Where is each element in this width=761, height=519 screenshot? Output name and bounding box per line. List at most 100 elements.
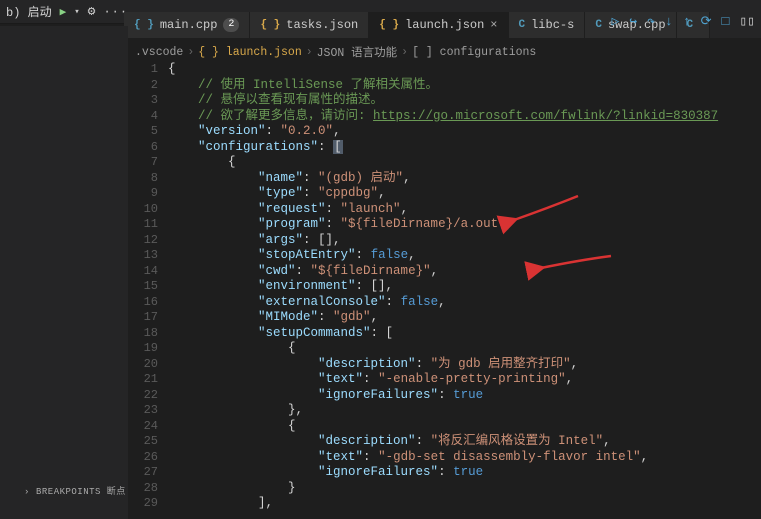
line-number: 18: [128, 326, 158, 342]
code-line[interactable]: "cwd": "${fileDirname}",: [168, 264, 718, 280]
code-line[interactable]: "stopAtEntry": false,: [168, 248, 718, 264]
chevron-down-icon[interactable]: ▾: [74, 7, 79, 17]
breakpoints-section[interactable]: BREAKPOINTS 断点: [36, 484, 126, 497]
line-number: 12: [128, 233, 158, 249]
line-number: 4: [128, 109, 158, 125]
chevron-right-icon: ›: [306, 46, 313, 59]
code-line[interactable]: "ignoreFailures": true: [168, 465, 718, 481]
tab-launch.json[interactable]: { } launch.json ×: [369, 12, 508, 38]
editor-actions: ▷ ↪ ↷ ↓ ↑ ⟳ □ ▯▯: [612, 14, 755, 29]
line-number: 2: [128, 78, 158, 94]
line-number: 29: [128, 496, 158, 512]
code-content[interactable]: { // 使用 IntelliSense 了解相关属性。 // 悬停以查看现有属…: [168, 60, 718, 519]
line-number: 10: [128, 202, 158, 218]
code-line[interactable]: {: [168, 62, 718, 78]
code-line[interactable]: "type": "cppdbg",: [168, 186, 718, 202]
tab-label: libc-s: [531, 18, 574, 32]
line-number: 9: [128, 186, 158, 202]
tab-label: main.cpp: [160, 18, 218, 32]
code-line[interactable]: },: [168, 403, 718, 419]
line-number: 21: [128, 372, 158, 388]
close-icon[interactable]: ×: [490, 18, 497, 32]
line-number: 27: [128, 465, 158, 481]
line-number: 13: [128, 248, 158, 264]
gear-icon[interactable]: ⚙: [88, 4, 96, 19]
code-editor[interactable]: 1234567891011121314151617181920212223242…: [128, 60, 761, 519]
braces-icon: { }: [379, 19, 399, 31]
breadcrumb-part[interactable]: [ ] configurations: [412, 46, 536, 59]
code-line[interactable]: // 悬停以查看现有属性的描述。: [168, 93, 718, 109]
breadcrumb-part[interactable]: { } launch.json: [198, 46, 302, 59]
chevron-right-icon: ›: [187, 46, 194, 59]
line-number: 23: [128, 403, 158, 419]
line-number: 14: [128, 264, 158, 280]
code-line[interactable]: "configurations": [: [168, 140, 718, 156]
line-number: 11: [128, 217, 158, 233]
tab-label: launch.json: [405, 18, 484, 32]
line-number: 7: [128, 155, 158, 171]
code-line[interactable]: "args": [],: [168, 233, 718, 249]
chevron-right-icon[interactable]: ›: [24, 487, 29, 497]
code-line[interactable]: {: [168, 155, 718, 171]
line-number: 8: [128, 171, 158, 187]
line-number: 19: [128, 341, 158, 357]
line-number: 3: [128, 93, 158, 109]
line-number: 16: [128, 295, 158, 311]
c-file-icon: C: [519, 19, 526, 31]
code-line[interactable]: "description": "将反汇编风格设置为 Intel",: [168, 434, 718, 450]
code-line[interactable]: ],: [168, 496, 718, 512]
code-line[interactable]: // 使用 IntelliSense 了解相关属性。: [168, 78, 718, 94]
line-number: 1: [128, 62, 158, 78]
tab-libc-s[interactable]: Clibc-s: [509, 12, 586, 38]
run-icon[interactable]: ▷: [612, 14, 620, 29]
code-line[interactable]: {: [168, 341, 718, 357]
tab-tasks.json[interactable]: { } tasks.json: [250, 12, 369, 38]
code-line[interactable]: "ignoreFailures": true: [168, 388, 718, 404]
code-line[interactable]: // 欲了解更多信息，请访问: https://go.microsoft.com…: [168, 109, 718, 125]
line-gutter: 1234567891011121314151617181920212223242…: [128, 60, 168, 519]
chevron-right-icon: ›: [401, 46, 408, 59]
code-line[interactable]: "version": "0.2.0",: [168, 124, 718, 140]
side-panel: › BREAKPOINTS 断点: [0, 26, 128, 519]
line-number: 24: [128, 419, 158, 435]
split-icon[interactable]: ▯▯: [739, 14, 755, 29]
code-line[interactable]: "text": "-enable-pretty-printing",: [168, 372, 718, 388]
code-line[interactable]: "description": "为 gdb 启用整齐打印",: [168, 357, 718, 373]
run-label: b) 启动: [6, 3, 52, 20]
braces-icon: { }: [134, 19, 154, 31]
line-number: 17: [128, 310, 158, 326]
code-line[interactable]: "environment": [],: [168, 279, 718, 295]
tab-main.cpp[interactable]: { } main.cpp 2: [124, 12, 250, 38]
tab-label: tasks.json: [286, 18, 358, 32]
line-number: 5: [128, 124, 158, 140]
code-line[interactable]: "request": "launch",: [168, 202, 718, 218]
stop-icon[interactable]: □: [722, 14, 730, 29]
line-number: 22: [128, 388, 158, 404]
braces-icon: { }: [260, 19, 280, 31]
line-number: 6: [128, 140, 158, 156]
line-number: 25: [128, 434, 158, 450]
step-over-icon[interactable]: ↷: [647, 14, 655, 29]
play-icon[interactable]: ▶: [60, 5, 67, 19]
upload-icon[interactable]: ↑: [683, 14, 691, 29]
restart-icon[interactable]: ⟳: [701, 14, 712, 29]
line-number: 26: [128, 450, 158, 466]
arrow-right-icon[interactable]: ↪: [629, 14, 637, 29]
code-line[interactable]: "externalConsole": false,: [168, 295, 718, 311]
line-number: 20: [128, 357, 158, 373]
line-number: 15: [128, 279, 158, 295]
breadcrumb[interactable]: .vscode › { } launch.json › JSON 语言功能 › …: [131, 42, 536, 62]
tab-badge: 2: [223, 18, 239, 32]
line-number: 28: [128, 481, 158, 497]
code-line[interactable]: }: [168, 481, 718, 497]
code-line[interactable]: "MIMode": "gdb",: [168, 310, 718, 326]
breadcrumb-part[interactable]: JSON 语言功能: [317, 44, 398, 60]
code-line[interactable]: {: [168, 419, 718, 435]
download-icon[interactable]: ↓: [665, 14, 673, 29]
code-line[interactable]: "text": "-gdb-set disassembly-flavor int…: [168, 450, 718, 466]
c-file-icon: C: [595, 19, 602, 31]
code-line[interactable]: "program": "${fileDirname}/a.out",: [168, 217, 718, 233]
code-line[interactable]: "name": "(gdb) 启动",: [168, 171, 718, 187]
code-line[interactable]: "setupCommands": [: [168, 326, 718, 342]
breadcrumb-part[interactable]: .vscode: [135, 46, 183, 59]
